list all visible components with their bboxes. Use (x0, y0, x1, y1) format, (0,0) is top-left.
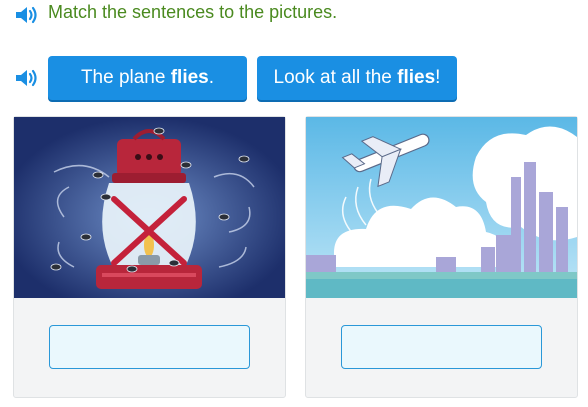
picture-card-lantern (13, 116, 286, 398)
lantern-flies-picture (14, 117, 285, 298)
tile-text-part: Look at all the (273, 67, 398, 88)
tile-text-part: ! (435, 67, 441, 88)
tile-text-bold: flies (170, 67, 209, 88)
speaker-icon (16, 6, 37, 24)
picture-card-plane (305, 116, 578, 398)
sentence-tile-plane[interactable]: The plane flies. (48, 56, 247, 100)
sentence-tile-flies[interactable]: Look at all the flies! (257, 56, 457, 100)
tiles-audio-button[interactable] (14, 67, 40, 89)
answer-dropzone-1[interactable] (49, 325, 250, 369)
instruction-text: Match the sentences to the pictures. (48, 2, 338, 22)
speaker-icon (16, 69, 37, 87)
answer-dropzone-2[interactable] (341, 325, 542, 369)
tile-text-part: . (208, 67, 215, 88)
tile-text-part: The plane (80, 67, 171, 88)
plane-city-picture (306, 117, 577, 298)
tile-text-bold: flies (397, 67, 436, 88)
instruction-audio-button[interactable] (14, 4, 40, 26)
